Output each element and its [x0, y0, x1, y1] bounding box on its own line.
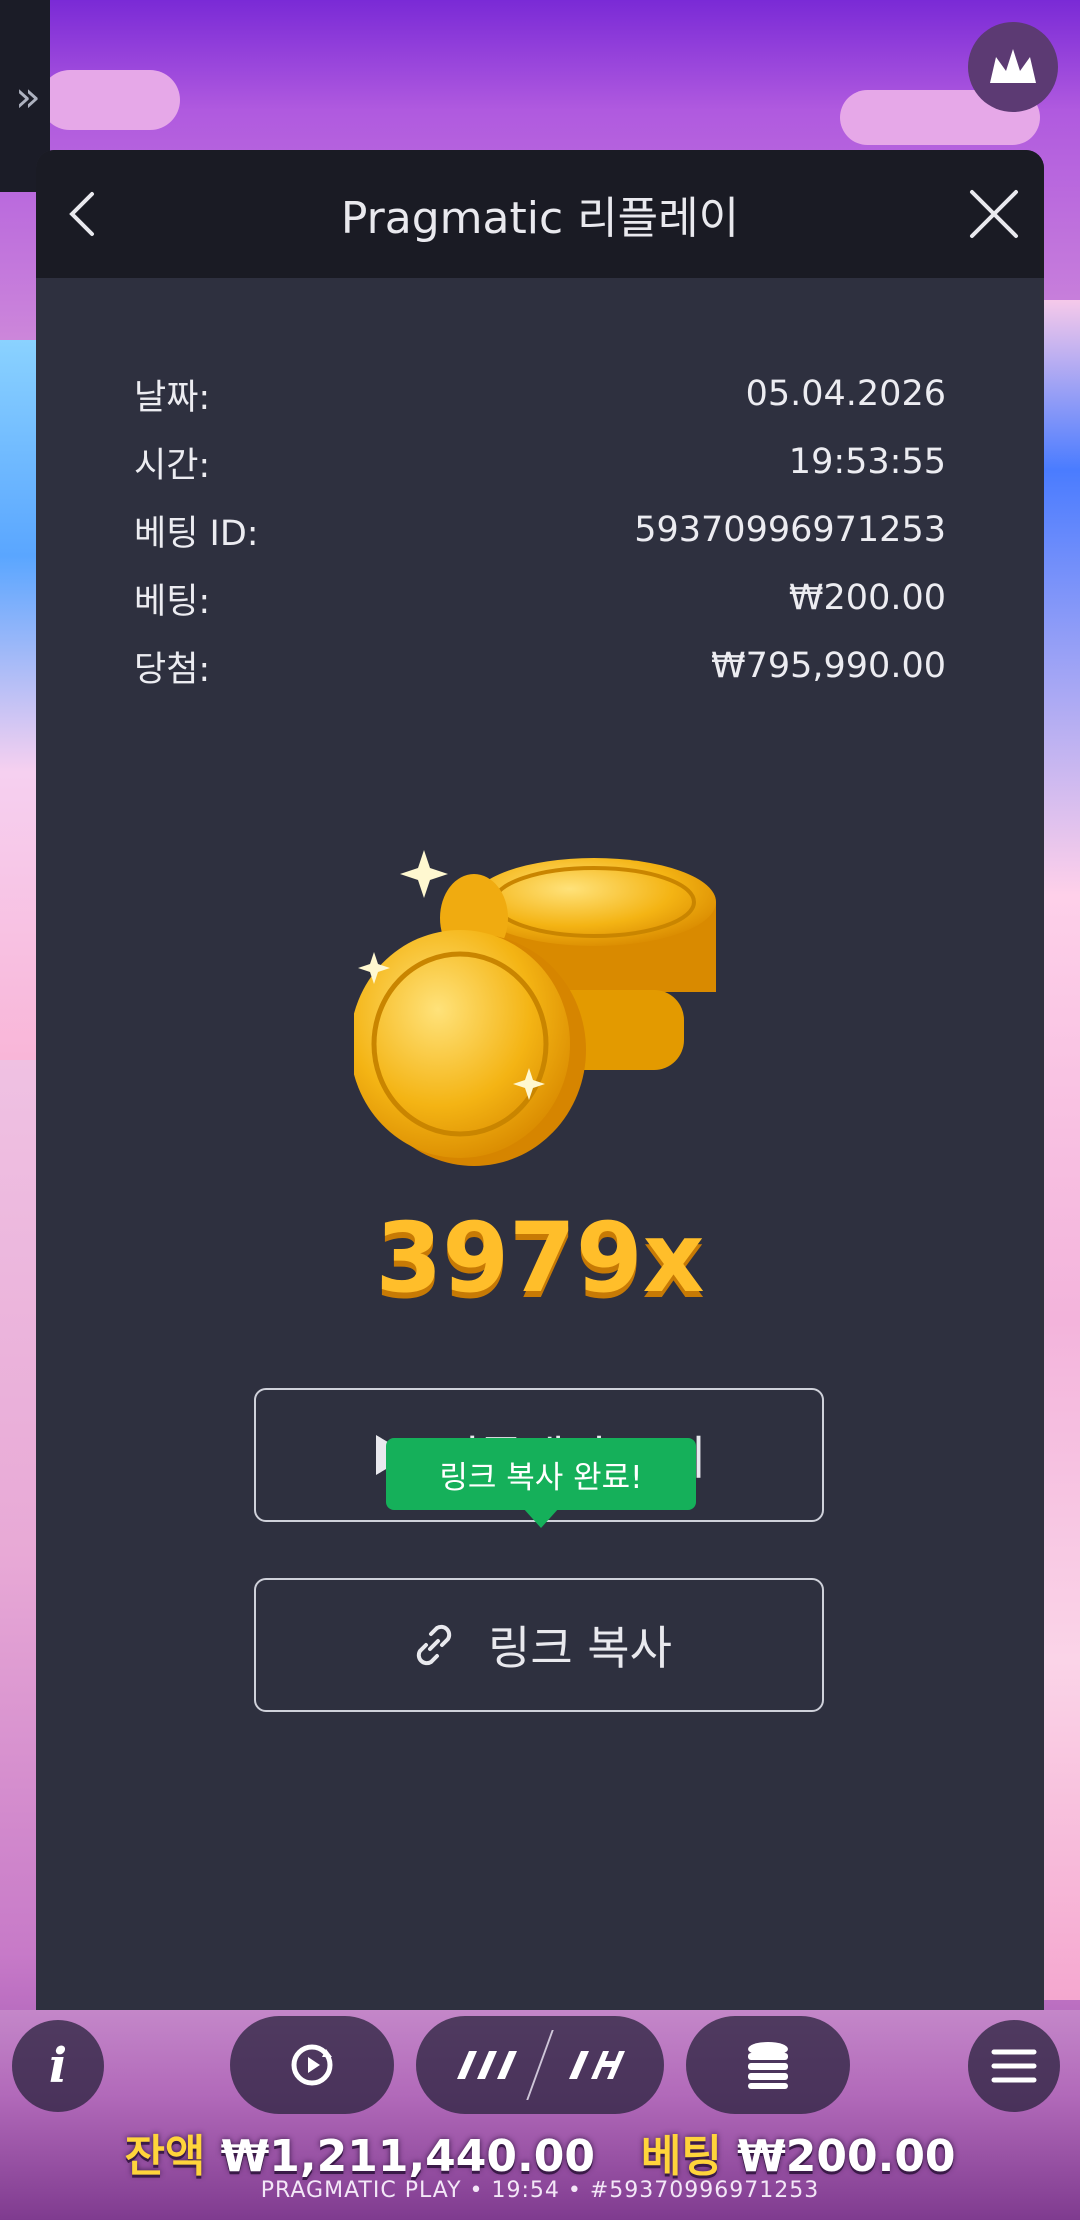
balance-bet-line: 잔액 ₩1,211,440.00 베팅 ₩200.00: [0, 2120, 1080, 2184]
info-row-win: 당첨: ₩795,990.00: [134, 632, 946, 700]
back-icon[interactable]: [56, 186, 112, 242]
link-icon: [416, 1624, 452, 1666]
info-label: 베팅 ID:: [134, 513, 259, 554]
info-icon: i: [48, 2038, 68, 2094]
info-label: 베팅:: [134, 581, 211, 622]
background-candy-right: [1040, 300, 1080, 2000]
modal-header: Pragmatic 리플레이: [36, 150, 1044, 278]
expand-sidebar-icon: »: [15, 71, 41, 121]
info-value: 05.04.2026: [745, 374, 946, 414]
copy-link-button[interactable]: 링크 복사: [254, 1578, 824, 1712]
game-footer: PRAGMATIC PLAY • 19:54 • #59370996971253: [260, 2178, 820, 2203]
menu-button[interactable]: [968, 2020, 1060, 2112]
copy-link-label: 링크 복사: [488, 1621, 672, 1675]
link-copied-toast: 링크 복사 완료!: [386, 1438, 696, 1510]
replay-modal: Pragmatic 리플레이 날짜: 05.04.2026 시간: 19:53:…: [36, 150, 1044, 2010]
bet-settings-button[interactable]: [686, 2016, 850, 2114]
win-multiplier: 3979x: [375, 1202, 705, 1314]
info-value: 59370996971253: [634, 510, 946, 550]
info-row-bet-id: 베팅 ID: 59370996971253: [134, 496, 946, 564]
crown-logo-icon: [990, 49, 1036, 83]
turbo-icon: [457, 2051, 517, 2079]
background-cloud: [40, 70, 180, 130]
info-row-time: 시간: 19:53:55: [134, 428, 946, 496]
turbo-mode-button[interactable]: [416, 2016, 664, 2114]
modal-title: Pragmatic 리플레이: [340, 193, 740, 244]
info-row-bet: 베팅: ₩200.00: [134, 564, 946, 632]
balance-value: ₩1,211,440.00: [220, 2131, 595, 2182]
coins-icon: [748, 2042, 788, 2089]
info-button[interactable]: i: [12, 2020, 104, 2112]
background-candy-left: [0, 340, 40, 1060]
info-label: 당첨:: [134, 649, 211, 690]
toast-arrow: [523, 1508, 559, 1528]
info-value: 19:53:55: [788, 442, 946, 482]
bet-info: 날짜: 05.04.2026 시간: 19:53:55 베팅 ID: 59370…: [134, 360, 946, 700]
close-icon[interactable]: [964, 184, 1024, 244]
info-value: ₩795,990.00: [710, 646, 946, 686]
info-label: 날짜:: [134, 377, 211, 418]
bet-label: 베팅: [640, 2131, 722, 2182]
autoplay-button[interactable]: [230, 2016, 394, 2114]
menu-icon: [991, 2049, 1037, 2083]
info-row-date: 날짜: 05.04.2026: [134, 360, 946, 428]
provider-logo-button[interactable]: [968, 22, 1058, 112]
bet-value: ₩200.00: [737, 2131, 956, 2182]
autoplay-icon: [291, 2044, 333, 2086]
hyper-icon: [569, 2051, 625, 2079]
mode-divider: [526, 2030, 554, 2100]
info-value: ₩200.00: [788, 578, 946, 618]
balance-label: 잔액: [124, 2131, 206, 2182]
info-label: 시간:: [134, 445, 211, 486]
